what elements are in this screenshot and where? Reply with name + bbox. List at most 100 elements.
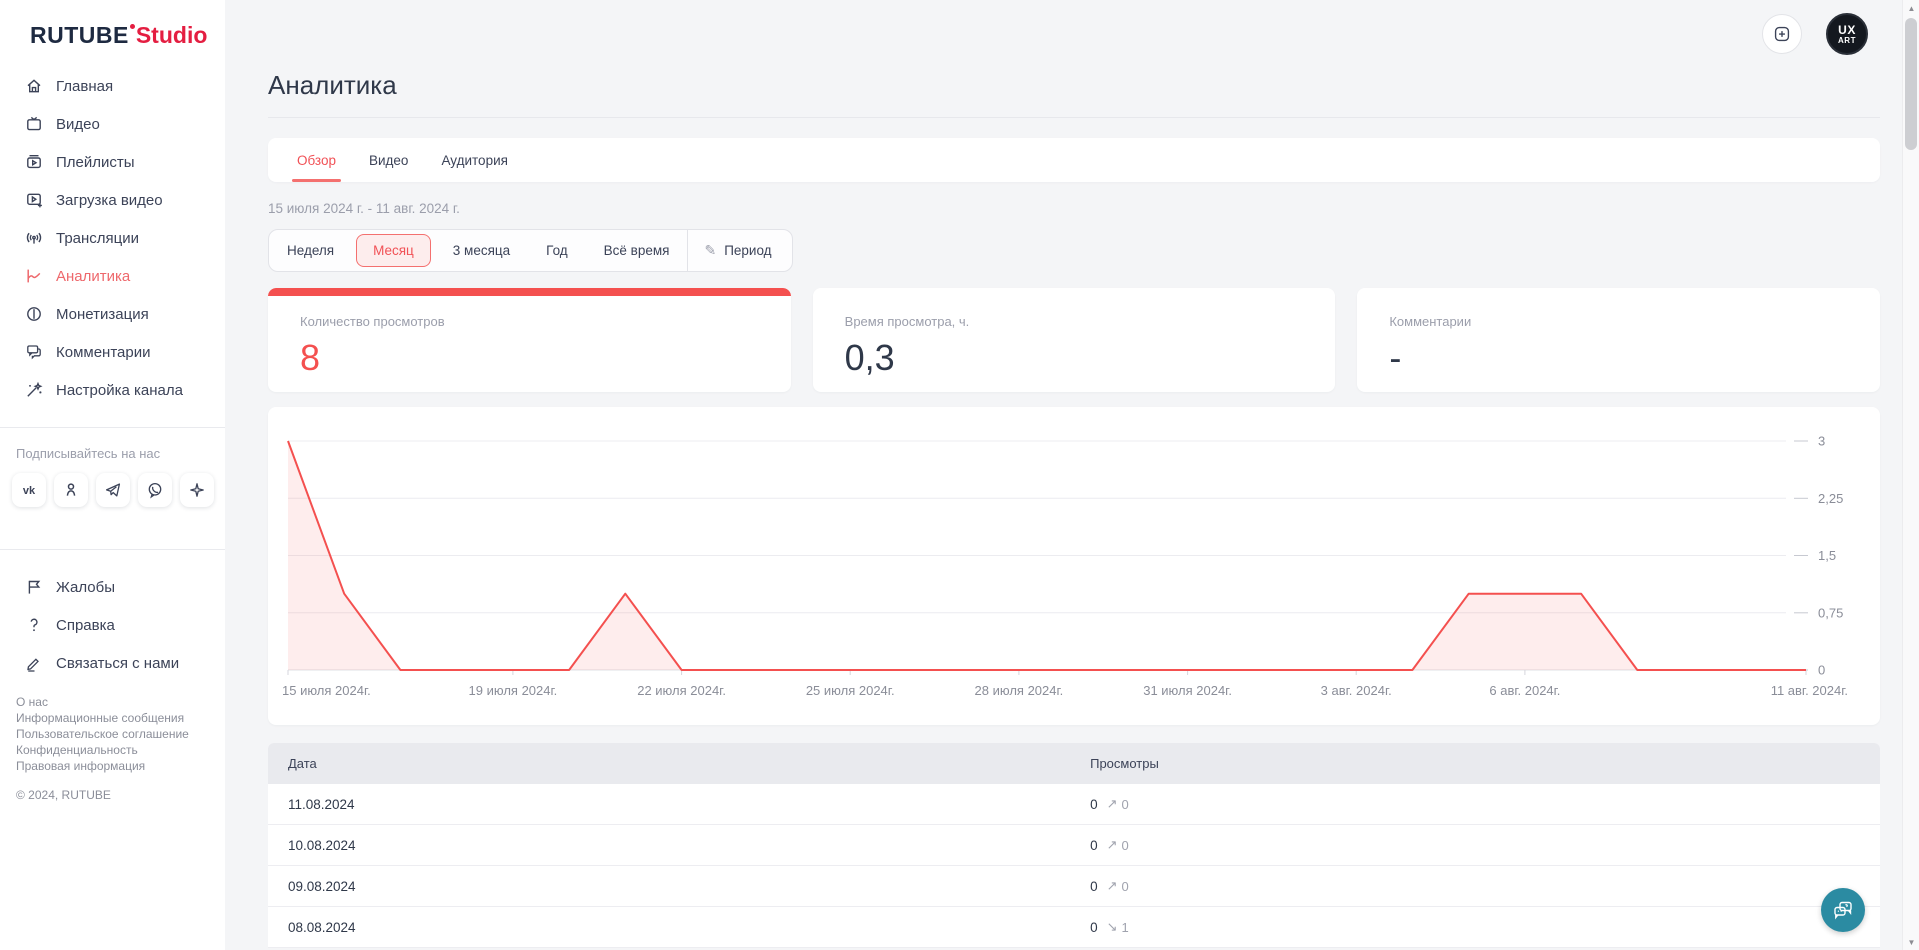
vk-icon[interactable]: vk (12, 473, 46, 507)
sidebar-item-channel-settings[interactable]: Настройка канала (0, 371, 225, 409)
sidebar-item-video[interactable]: Видео (0, 105, 225, 143)
footer-link-legal[interactable]: Правовая информация (16, 758, 225, 774)
telegram-icon[interactable] (96, 473, 130, 507)
svg-text:31 июля 2024г.: 31 июля 2024г. (1143, 683, 1232, 698)
tab-overview[interactable]: Обзор (294, 138, 339, 182)
analytics-tabs: Обзор Видео Аудитория (268, 138, 1880, 182)
sparkle-icon[interactable] (180, 473, 214, 507)
sidebar-item-label: Аналитика (56, 268, 130, 285)
date-range-label: 15 июля 2024 г. - 11 авг. 2024 г. (268, 201, 1880, 216)
scrollbar-thumb[interactable] (1905, 18, 1917, 150)
svg-text:vk: vk (23, 485, 36, 497)
page-scrollbar[interactable]: ▲ ▼ (1902, 0, 1919, 950)
stat-card-value: - (1389, 340, 1848, 376)
user-avatar[interactable]: UX ART (1826, 13, 1868, 55)
logo-suffix-text: Studio (136, 22, 208, 48)
period-custom-label: Период (724, 243, 771, 258)
table-row[interactable]: 10.08.2024 0 ↗0 (268, 825, 1880, 866)
sidebar-divider (0, 427, 225, 428)
sidebar: RUTUBE Studio Главная Видео Плейлисты Заг… (0, 0, 225, 950)
period-selector: Неделя Месяц 3 месяца Год Всё время ✎ Пе… (268, 229, 793, 272)
period-alltime-button[interactable]: Всё время (586, 230, 688, 271)
row-date: 08.08.2024 (268, 920, 1090, 935)
scroll-up-arrow[interactable]: ▲ (1903, 0, 1919, 16)
sidebar-item-complaints[interactable]: Жалобы (0, 568, 225, 606)
trend-value: 0 (1122, 797, 1129, 812)
row-views: 0 (1090, 879, 1098, 894)
period-3months-button[interactable]: 3 месяца (435, 230, 528, 271)
copyright-text: © 2024, RUTUBE (0, 774, 225, 802)
create-upload-button[interactable] (1762, 14, 1802, 54)
stat-card-watch-time[interactable]: Время просмотра, ч. 0,3 (813, 288, 1336, 392)
stat-card-value: 0,3 (845, 340, 1304, 376)
sidebar-item-upload-video[interactable]: Загрузка видео (0, 181, 225, 219)
sidebar-item-monetization[interactable]: Монетизация (0, 295, 225, 333)
table-row[interactable]: 09.08.2024 0 ↗0 (268, 866, 1880, 907)
footer-link-privacy[interactable]: Конфиденциальность (16, 742, 225, 758)
sidebar-item-broadcasts[interactable]: Трансляции (0, 219, 225, 257)
svg-text:3: 3 (1818, 434, 1825, 449)
table-row[interactable]: 11.08.2024 0 ↗0 (268, 784, 1880, 825)
rutube-studio-logo[interactable]: RUTUBE Studio (0, 0, 225, 49)
upload-video-icon (25, 191, 43, 209)
tab-audience[interactable]: Аудитория (438, 138, 510, 182)
sidebar-secondary-menu: Жалобы Справка Связаться с нами (0, 568, 225, 682)
sidebar-item-help[interactable]: Справка (0, 606, 225, 644)
footer-links: О нас Информационные сообщения Пользоват… (0, 682, 225, 774)
footer-link-user-agreement[interactable]: Пользовательское соглашение (16, 726, 225, 742)
logo-brand-text: RUTUBE (30, 22, 129, 48)
sidebar-item-label: Загрузка видео (56, 192, 163, 209)
avatar-text: ART (1838, 37, 1856, 45)
sidebar-item-label: Монетизация (56, 306, 149, 323)
playlist-icon (25, 153, 43, 171)
svg-text:25 июля 2024г.: 25 июля 2024г. (806, 683, 895, 698)
social-links: vk (0, 461, 225, 507)
scroll-down-arrow[interactable]: ▼ (1903, 934, 1919, 950)
sidebar-item-label: Связаться с нами (56, 655, 179, 672)
footer-link-info-messages[interactable]: Информационные сообщения (16, 710, 225, 726)
viber-icon[interactable] (138, 473, 172, 507)
stat-card-comments[interactable]: Комментарии - (1357, 288, 1880, 392)
sidebar-item-label: Настройка канала (56, 382, 183, 399)
tab-video[interactable]: Видео (366, 138, 411, 182)
sidebar-item-label: Главная (56, 78, 113, 95)
trend-value: 0 (1122, 879, 1129, 894)
comments-icon (25, 343, 43, 361)
column-header-date: Дата (268, 756, 1090, 771)
footer-link-about[interactable]: О нас (16, 694, 225, 710)
sidebar-item-label: Жалобы (56, 579, 115, 596)
period-custom-button[interactable]: ✎ Период (687, 230, 791, 271)
period-year-button[interactable]: Год (528, 230, 586, 271)
period-week-button[interactable]: Неделя (269, 230, 352, 271)
sidebar-item-playlists[interactable]: Плейлисты (0, 143, 225, 181)
svg-text:11 авг. 2024г.: 11 авг. 2024г. (1771, 683, 1848, 698)
stat-card-views[interactable]: Количество просмотров 8 (268, 288, 791, 392)
stat-card-label: Время просмотра, ч. (845, 314, 1304, 329)
chat-bubbles-icon (1831, 898, 1855, 922)
sidebar-item-comments[interactable]: Комментарии (0, 333, 225, 371)
period-month-button[interactable]: Месяц (356, 234, 431, 267)
stat-card-label: Количество просмотров (300, 314, 759, 329)
stat-card-label: Комментарии (1389, 314, 1848, 329)
analytics-chart-icon (25, 267, 43, 285)
support-chat-button[interactable] (1821, 888, 1865, 932)
svg-text:0,75: 0,75 (1818, 605, 1843, 620)
monetization-icon (25, 305, 43, 323)
odnoklassniki-icon[interactable] (54, 473, 88, 507)
views-table: Дата Просмотры 11.08.2024 0 ↗0 10.08.202… (268, 743, 1880, 948)
add-square-icon (1771, 23, 1793, 45)
svg-text:22 июля 2024г.: 22 июля 2024г. (637, 683, 726, 698)
sidebar-item-label: Трансляции (56, 230, 139, 247)
row-views: 0 (1090, 838, 1098, 853)
table-row[interactable]: 08.08.2024 0 ↘1 (268, 907, 1880, 948)
sidebar-item-main[interactable]: Главная (0, 67, 225, 105)
pencil-icon: ✎ (704, 242, 716, 259)
row-date: 10.08.2024 (268, 838, 1090, 853)
subscribe-label: Подписывайтесь на нас (0, 446, 225, 461)
sidebar-item-analytics[interactable]: Аналитика (0, 257, 225, 295)
views-area-chart[interactable]: 00,751,52,25315 июля 2024г.19 июля 2024г… (268, 407, 1880, 725)
page-title: Аналитика (268, 0, 1880, 101)
stat-card-value: 8 (300, 340, 759, 376)
svg-text:3 авг. 2024г.: 3 авг. 2024г. (1321, 683, 1392, 698)
sidebar-item-contact-us[interactable]: Связаться с нами (0, 644, 225, 682)
